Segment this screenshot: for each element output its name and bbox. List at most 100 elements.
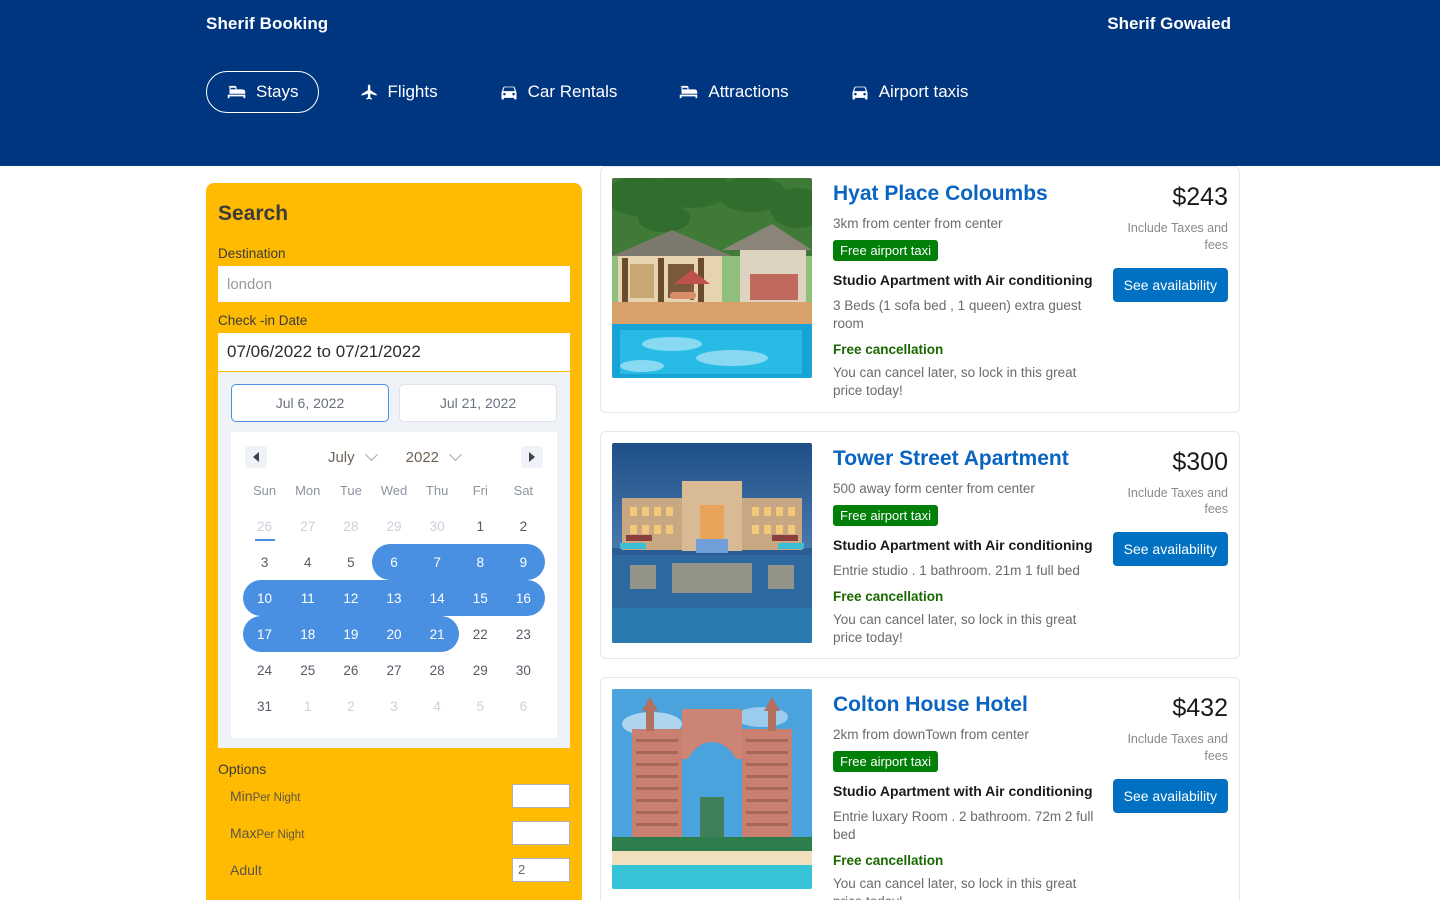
calendar-day[interactable]: 20 [372, 616, 416, 652]
calendar-day[interactable]: 21 [415, 616, 459, 652]
hotel-details: Tower Street Apartment 500 away form cent… [812, 443, 1108, 647]
calendar-day[interactable]: 1 [286, 688, 329, 724]
hotel-card[interactable]: Tower Street Apartment 500 away form cent… [600, 430, 1240, 659]
next-month-button[interactable] [521, 446, 543, 468]
option-input-max[interactable] [512, 820, 570, 845]
calendar-day[interactable]: 7 [415, 544, 459, 580]
chevron-down-icon [449, 447, 462, 461]
datepicker-start-tab[interactable]: Jul 6, 2022 [231, 384, 389, 422]
nav-item-stays[interactable]: Stays [206, 71, 319, 113]
calendar-day[interactable]: 4 [416, 688, 459, 724]
calendar-day[interactable]: 11 [286, 580, 330, 616]
option-input-adult[interactable] [512, 857, 570, 882]
nav-item-flights[interactable]: Flights [340, 71, 458, 113]
calendar-day[interactable]: 26 [329, 652, 372, 688]
calendar-week: 24 25 26 27 28 29 30 [243, 652, 545, 688]
calendar-day[interactable]: 31 [243, 688, 286, 724]
month-select[interactable]: July [327, 447, 378, 466]
destination-input[interactable] [218, 266, 570, 302]
option-label: MinPer Night [230, 788, 512, 804]
calendar-day[interactable]: 16 [501, 580, 545, 616]
calendar-day[interactable]: 10 [243, 580, 287, 616]
hotel-details: Hyat Place Coloumbs 3km from center from … [812, 178, 1108, 401]
datepicker-body: July 2022 Sun Mon Tue Wed Thu Fri Sat 26 27 28 29… [231, 432, 557, 738]
datepicker-end-tab[interactable]: Jul 21, 2022 [399, 384, 557, 422]
calendar-day[interactable]: 30 [502, 652, 545, 688]
calendar-day[interactable]: 17 [243, 616, 287, 652]
user-name[interactable]: Sherif Gowaied [1107, 14, 1231, 34]
calendar-day[interactable]: 15 [458, 580, 502, 616]
hotel-price-block: $432 Include Taxes and fees See availabili… [1108, 689, 1228, 900]
calendar-day[interactable]: 25 [286, 652, 329, 688]
option-label-main: Adult [230, 861, 262, 878]
option-input-min[interactable] [512, 783, 570, 808]
option-label-sub: Per Night [256, 828, 305, 841]
nav-item-label: Car Rentals [527, 82, 618, 101]
nav-item-attractions[interactable]: Attractions [658, 71, 808, 113]
hotel-card[interactable]: Colton House Hotel 2km from downTown from… [600, 676, 1240, 900]
brand-title: Sherif Booking [206, 14, 329, 33]
hotel-name-link[interactable]: Tower Street Apartment [833, 446, 1098, 471]
checkin-label: Check -in Date [218, 313, 308, 328]
calendar-day[interactable]: 5 [329, 544, 372, 580]
calendar-day[interactable]: 3 [243, 544, 286, 580]
calendar-day[interactable]: 5 [459, 688, 502, 724]
weekday-sun: Sun [253, 483, 277, 498]
calendar-week: 10 11 12 13 14 15 16 [243, 580, 545, 616]
calendar-day[interactable]: 27 [286, 508, 329, 544]
calendar-day[interactable]: 30 [416, 508, 459, 544]
calendar-day[interactable]: 12 [329, 580, 373, 616]
calendar-day[interactable]: 9 [501, 544, 545, 580]
calendar-day[interactable]: 28 [329, 508, 372, 544]
calendar-day[interactable]: 13 [372, 580, 416, 616]
hotel-name-link[interactable]: Hyat Place Coloumbs [833, 181, 1098, 206]
nav-item-airport-taxis[interactable]: Airport taxis [830, 71, 989, 113]
weekday-sat: Sat [513, 483, 534, 498]
chevron-right-icon [529, 452, 535, 462]
calendar-day[interactable]: 6 [372, 544, 416, 580]
year-value: 2022 [405, 448, 440, 466]
datepicker-weekday-row: Sun Mon Tue Wed Thu Fri Sat [243, 480, 545, 508]
calendar-day[interactable]: 22 [459, 616, 502, 652]
datepicker-selects: July 2022 [327, 447, 462, 466]
hotel-card[interactable]: Hyat Place Coloumbs 3km from center from … [600, 166, 1240, 413]
nav-item-car-rentals[interactable]: Car Rentals [479, 71, 638, 113]
calendar-day[interactable]: 23 [502, 616, 545, 652]
calendar-day[interactable]: 29 [372, 508, 415, 544]
calendar-day[interactable]: 3 [372, 688, 415, 724]
see-availability-button[interactable]: See availability [1112, 778, 1228, 813]
calendar-day[interactable]: 4 [286, 544, 329, 580]
calendar-day[interactable]: 1 [459, 508, 502, 544]
calendar-week: 17 18 19 20 21 22 23 [243, 616, 545, 652]
datepicker-grid: 26 27 28 29 30 1 2 3 4 5 6 7 8 9 10 11 12 13 14 15 16 17 18 19 2… [243, 508, 545, 724]
hotel-details: Colton House Hotel 2km from downTown from… [812, 689, 1108, 900]
main-nav: Stays Flights Car Rentals Attractions Airpor… [206, 71, 988, 113]
hotel-price-block: $300 Include Taxes and fees See availabili… [1108, 443, 1228, 647]
calendar-day[interactable]: 2 [329, 688, 372, 724]
calendar-day[interactable]: 28 [416, 652, 459, 688]
calendar-day[interactable]: 26 [243, 508, 286, 544]
calendar-day[interactable]: 24 [243, 652, 286, 688]
calendar-day[interactable]: 8 [458, 544, 502, 580]
calendar-day[interactable]: 14 [415, 580, 459, 616]
prev-month-button[interactable] [245, 446, 267, 468]
hotel-name-link[interactable]: Colton House Hotel [833, 692, 1098, 717]
calendar-day[interactable]: 29 [459, 652, 502, 688]
month-value: July [327, 448, 355, 466]
option-label-main: Min [230, 787, 253, 804]
calendar-day[interactable]: 18 [286, 616, 330, 652]
calendar-day[interactable]: 27 [372, 652, 415, 688]
year-select[interactable]: 2022 [405, 447, 462, 466]
hotel-price: $243 [1172, 183, 1228, 211]
hotel-photo [612, 688, 812, 889]
see-availability-button[interactable]: See availability [1112, 267, 1228, 302]
calendar-day[interactable]: 2 [502, 508, 545, 544]
free-cancellation-label: Free cancellation [833, 588, 944, 604]
calendar-day[interactable]: 6 [502, 688, 545, 724]
see-availability-button[interactable]: See availability [1112, 532, 1228, 567]
option-label-sub: Per Night [252, 791, 301, 804]
room-beds: Entrie luxary Room . 2 bathroom. 72m 2 f… [833, 809, 1094, 843]
bed-icon [678, 83, 699, 101]
date-range-input[interactable] [218, 333, 570, 371]
calendar-day[interactable]: 19 [329, 616, 373, 652]
